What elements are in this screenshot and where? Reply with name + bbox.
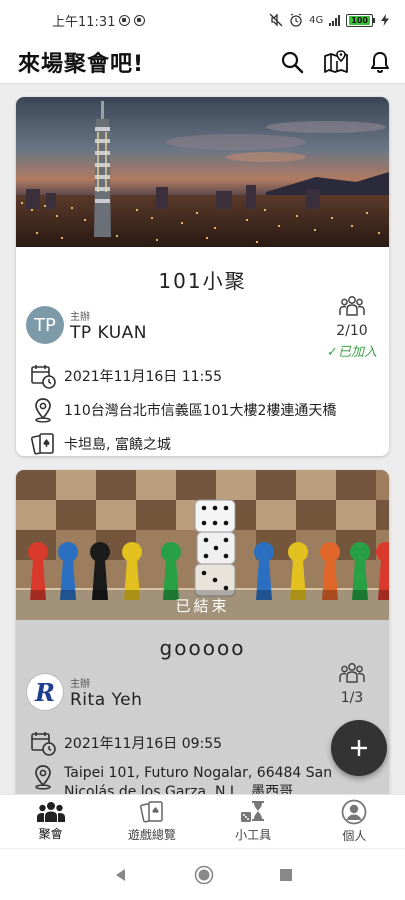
search-button[interactable] — [279, 49, 305, 75]
ended-badge: 已結束 — [175, 597, 230, 615]
event-card[interactable]: 101小聚 TP 主辦 TP KUAN 2/10 ✓已加入 2021年11月16… — [16, 97, 389, 456]
avatar[interactable]: R — [26, 673, 64, 711]
location-row: Taipei 101, Futuro Nogalar, 66484 San Ni… — [16, 760, 389, 794]
avatar[interactable]: TP — [26, 306, 64, 344]
datetime-row: 2021年11月16日 11:55 — [16, 359, 389, 393]
notifications-button[interactable] — [367, 49, 393, 75]
member-count-box: 1/3 — [327, 662, 377, 706]
app-bar: 來場聚會吧! — [0, 40, 405, 84]
joined-status: ✓已加入 — [327, 345, 377, 360]
add-event-button[interactable] — [331, 720, 387, 776]
host-name: TP KUAN — [70, 322, 148, 343]
nav-label: 遊戲總覽 — [127, 828, 176, 842]
host-row: R 主辦 Rita Yeh 1/3 — [16, 663, 389, 716]
status-bar: 上午11:31 4G 100 — [0, 0, 405, 40]
group-icon — [339, 296, 365, 316]
system-nav-bar — [0, 848, 405, 900]
host-name: Rita Yeh — [70, 689, 143, 710]
nav-label: 個人 — [342, 829, 367, 843]
bell-icon — [371, 51, 389, 73]
search-icon — [281, 51, 304, 73]
games-row: 卡坦島, 富饒之城 — [16, 427, 389, 456]
event-datetime: 2021年11月16日 11:55 — [64, 369, 223, 385]
map-button[interactable] — [323, 49, 349, 75]
location-pin-icon — [35, 398, 51, 423]
host-role-label: 主辦 — [70, 311, 90, 323]
cards-icon — [30, 433, 54, 455]
host-row: TP 主辦 TP KUAN 2/10 ✓已加入 — [16, 296, 389, 360]
event-cover-image — [16, 97, 389, 247]
event-title: gooooo — [159, 636, 246, 660]
battery-level: 100 — [349, 15, 370, 25]
plus-icon — [351, 740, 367, 756]
member-count: 2/10 — [336, 323, 368, 339]
nav-item-tools[interactable]: 小工具 — [203, 795, 304, 848]
map-icon — [324, 49, 348, 73]
host-role-label: 主辦 — [70, 678, 90, 690]
calendar-clock-icon — [31, 365, 56, 389]
event-location: Taipei 101, Futuro Nogalar, 66484 San Ni… — [64, 765, 333, 794]
nav-item-profile[interactable]: 個人 — [304, 795, 405, 848]
event-games: 卡坦島, 富饒之城 — [64, 437, 171, 453]
calendar-clock-icon — [31, 732, 56, 756]
event-title: 101小聚 — [158, 269, 247, 293]
event-datetime: 2021年11月16日 09:55 — [64, 736, 223, 752]
bottom-nav: 聚會 遊戲總覽 小工具 個人 — [0, 794, 405, 848]
network-type: 4G — [309, 14, 324, 26]
event-location: 110台灣台北市信義區101大樓2樓連通天橋 — [64, 403, 337, 419]
home-icon[interactable] — [194, 865, 214, 885]
alarm-icon — [290, 13, 302, 27]
group-icon — [339, 663, 365, 683]
nav-item-games[interactable]: 遊戲總覽 — [101, 795, 202, 848]
charging-icon — [381, 14, 389, 26]
nav-label: 小工具 — [235, 828, 272, 842]
battery-icon: 100 — [346, 13, 375, 27]
location-row: 110台灣台北市信義區101大樓2樓連通天橋 — [16, 393, 389, 427]
app-title: 來場聚會吧! — [18, 51, 145, 77]
notification-icon — [134, 14, 146, 26]
location-pin-icon — [35, 765, 51, 790]
nav-item-events[interactable]: 聚會 — [0, 795, 101, 848]
notification-icon — [119, 14, 131, 26]
member-count-box: 2/10 ✓已加入 — [327, 295, 377, 360]
event-feed[interactable]: 101小聚 TP 主辦 TP KUAN 2/10 ✓已加入 2021年11月16… — [0, 84, 405, 794]
person-icon — [341, 799, 367, 825]
hourglass-dice-icon — [241, 801, 265, 822]
mute-icon — [269, 13, 283, 27]
nav-label: 聚會 — [38, 827, 63, 841]
signal-icon — [329, 14, 341, 26]
cards-icon — [139, 801, 163, 823]
people-icon — [36, 802, 65, 822]
member-count: 1/3 — [340, 690, 364, 706]
status-time: 上午11:31 — [52, 14, 116, 30]
event-cover-image: 已結束 — [16, 470, 389, 620]
back-icon[interactable] — [113, 867, 129, 883]
recents-icon[interactable] — [279, 868, 293, 882]
